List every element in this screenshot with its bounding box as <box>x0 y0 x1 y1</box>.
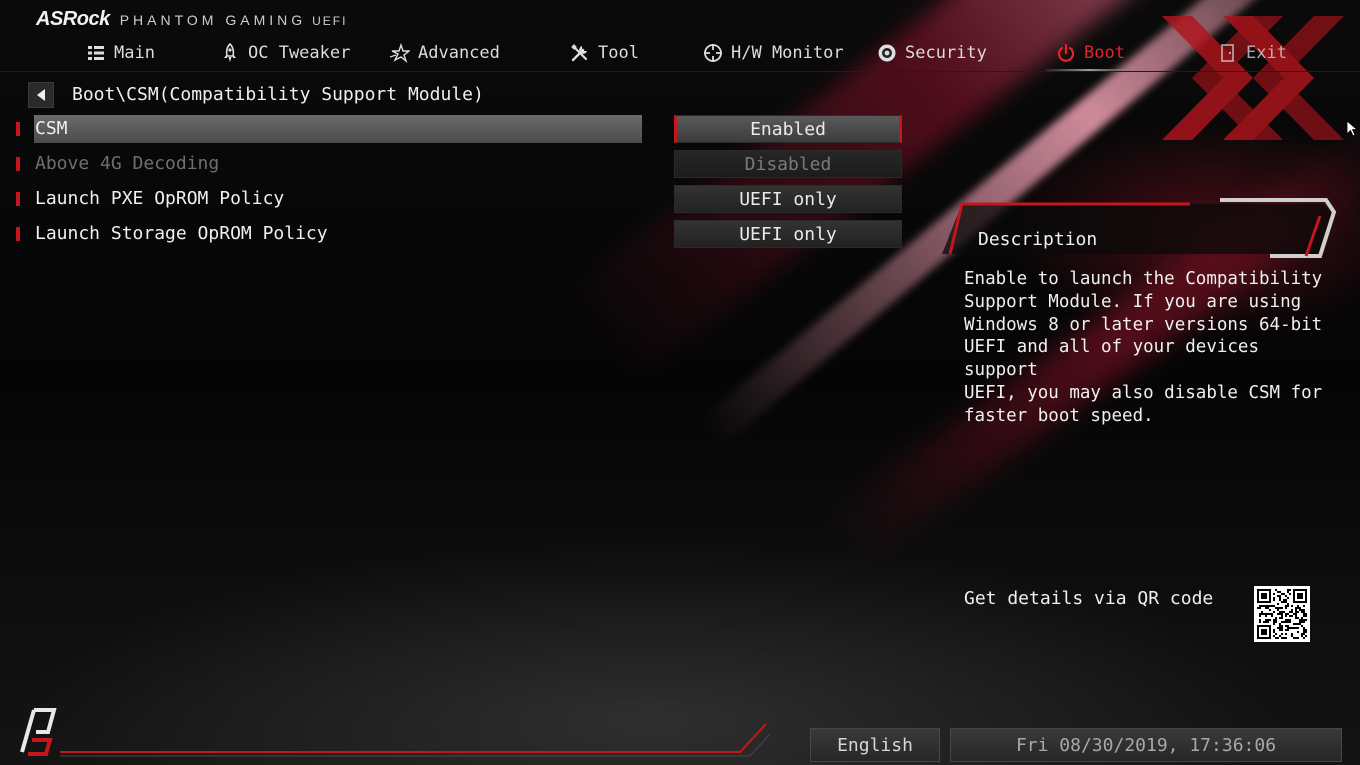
breadcrumb: Boot\CSM(Compatibility Support Module) <box>72 84 484 105</box>
nav-divider <box>0 71 1360 72</box>
tools-icon <box>571 44 588 62</box>
tab-label: OC Tweaker <box>248 43 351 63</box>
footer-accent <box>60 723 770 757</box>
row-marker <box>16 122 20 136</box>
setting-value-button[interactable]: Enabled <box>674 115 902 143</box>
setting-value-button[interactable]: UEFI only <box>674 220 902 248</box>
description-title: Description <box>978 229 1098 250</box>
setting-row-above-4g-decoding: Above 4G Decoding Disabled <box>16 150 906 178</box>
shield-icon <box>878 44 896 62</box>
tab-label: Advanced <box>418 43 500 63</box>
tab-tool[interactable]: Tool <box>570 38 639 68</box>
tab-label: Tool <box>598 43 639 63</box>
product-suffix: UEFI <box>312 14 348 28</box>
star-icon <box>390 43 410 63</box>
date-time-display: Fri 08/30/2019, 17:36:06 <box>950 728 1342 762</box>
description-text: Enable to launch the Compatibility Suppo… <box>964 269 1323 426</box>
tab-label: Security <box>905 43 987 63</box>
tab-label: Boot <box>1084 43 1125 63</box>
qr-code-icon <box>1257 589 1307 639</box>
tab-boot[interactable]: Boot <box>1046 38 1133 72</box>
exit-door-icon <box>1221 44 1234 62</box>
setting-value-button: Disabled <box>674 150 902 178</box>
brand-name: ASRock <box>36 8 110 30</box>
bios-screen: ASRock PHANTOM GAMING UEFI Main OC Tweak… <box>0 0 1360 765</box>
language-button[interactable]: English <box>810 728 940 762</box>
tab-advanced[interactable]: Advanced <box>390 38 500 68</box>
row-marker <box>16 192 20 206</box>
tab-hw-monitor[interactable]: H/W Monitor <box>703 38 844 68</box>
tab-oc-tweaker[interactable]: OC Tweaker <box>220 38 350 68</box>
rocket-icon <box>224 43 236 62</box>
setting-row-launch-pxe-oprom-policy[interactable]: Launch PXE OpROM Policy UEFI only <box>16 185 906 213</box>
tab-exit[interactable]: Exit <box>1218 38 1287 68</box>
crosshair-icon <box>704 44 722 62</box>
setting-label[interactable]: Launch Storage OpROM Policy <box>34 220 642 248</box>
back-button[interactable] <box>28 82 54 108</box>
power-icon <box>1057 43 1075 62</box>
tab-label: Main <box>114 43 155 63</box>
xx-logo-icon <box>1162 16 1344 140</box>
list-icon <box>88 46 104 60</box>
mouse-cursor-icon <box>1346 120 1358 137</box>
tab-security[interactable]: Security <box>877 38 987 68</box>
row-marker <box>16 157 20 171</box>
brand-logo: ASRock PHANTOM GAMING UEFI <box>36 8 347 32</box>
main-navigation: Main OC Tweaker Advanced Tool H/W Monito… <box>0 38 1360 72</box>
setting-label[interactable]: Launch PXE OpROM Policy <box>34 185 642 213</box>
setting-value-button[interactable]: UEFI only <box>674 185 902 213</box>
tab-main[interactable]: Main <box>86 38 155 68</box>
tab-label: Exit <box>1246 43 1287 63</box>
setting-label: Above 4G Decoding <box>35 153 220 174</box>
phantom-gaming-logo-icon <box>20 708 57 756</box>
setting-label[interactable]: CSM <box>34 115 642 143</box>
setting-row-csm[interactable]: CSM Enabled <box>16 115 906 143</box>
product-name: PHANTOM GAMING <box>119 12 307 28</box>
row-marker <box>16 227 20 241</box>
setting-row-launch-storage-oprom-policy[interactable]: Launch Storage OpROM Policy UEFI only <box>16 220 906 248</box>
tab-label: H/W Monitor <box>731 43 844 63</box>
back-arrow-icon <box>37 89 45 101</box>
qr-code <box>1254 586 1310 642</box>
qr-label: Get details via QR code <box>964 588 1214 609</box>
